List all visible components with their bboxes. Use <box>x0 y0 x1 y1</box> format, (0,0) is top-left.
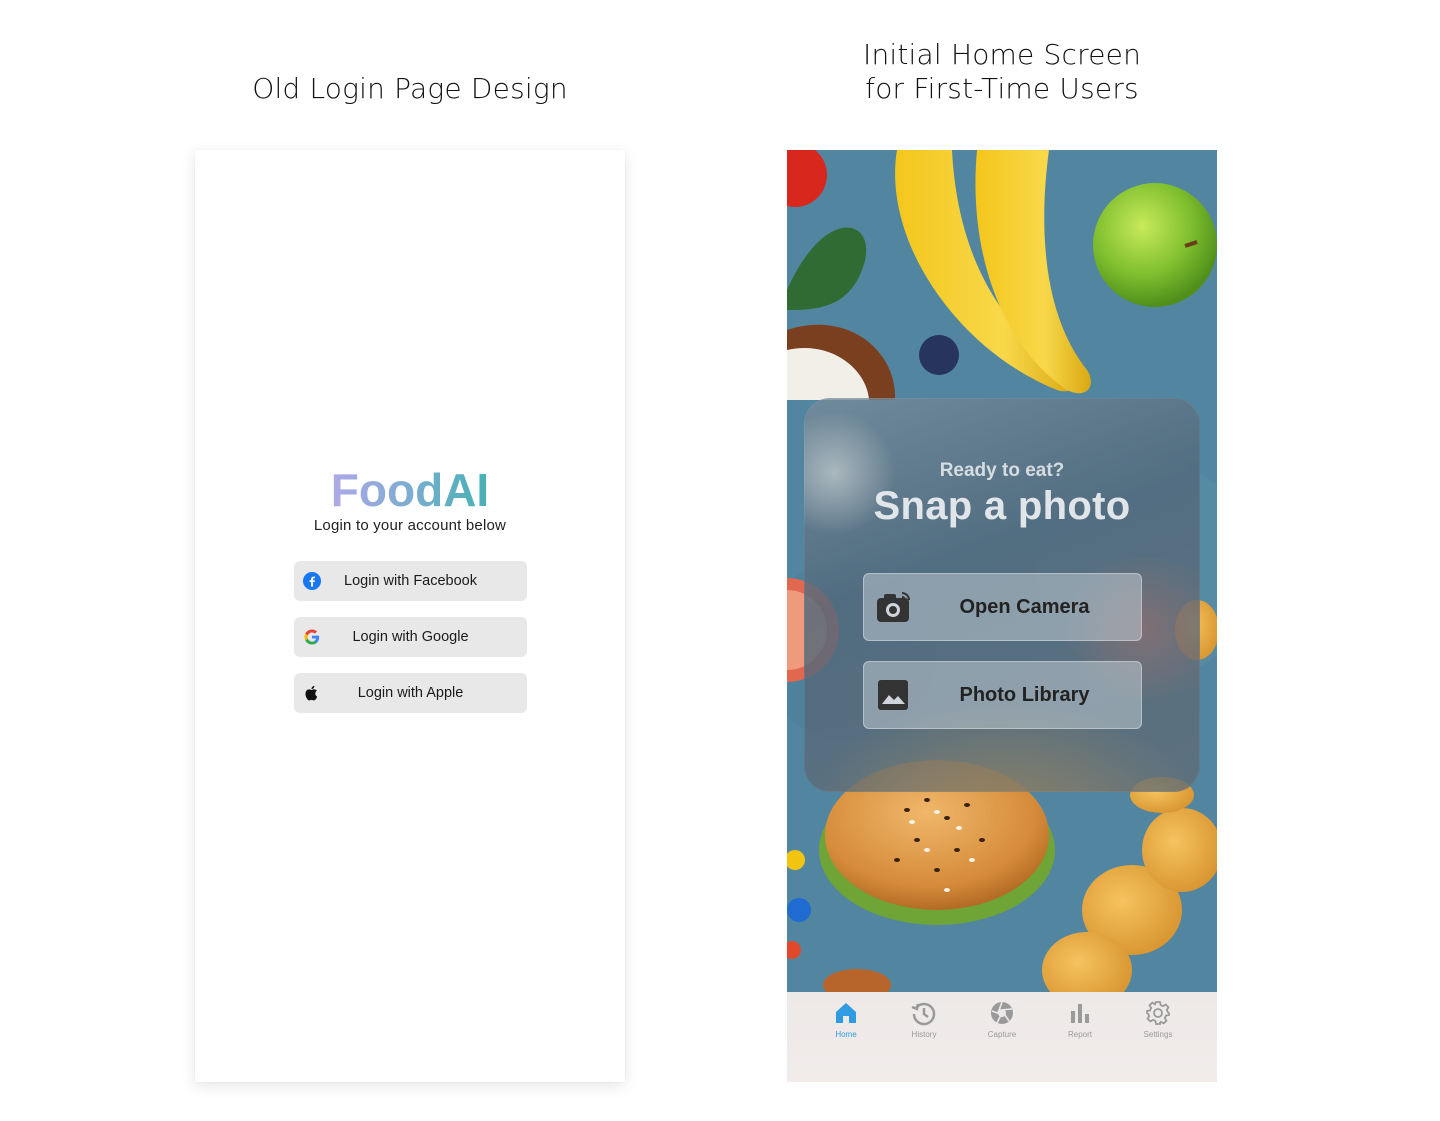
home-screen: Ready to eat? Snap a photo Open Camera P… <box>787 150 1217 1082</box>
tab-history[interactable]: History <box>894 1000 954 1042</box>
home-screen-heading-line2: for First-Time Users <box>865 72 1139 105</box>
tab-history-label: History <box>911 1030 937 1039</box>
aperture-icon <box>991 1001 1013 1024</box>
snap-photo-card: Ready to eat? Snap a photo Open Camera P… <box>804 398 1200 792</box>
old-login-heading: Old Login Page Design <box>252 72 568 105</box>
history-icon <box>911 1002 936 1026</box>
tab-capture-label: Capture <box>987 1030 1017 1039</box>
tab-home-label: Home <box>835 1030 857 1039</box>
apple-login-label: Login with Apple <box>357 685 464 701</box>
bar-chart-icon <box>1071 1004 1089 1023</box>
tab-settings-label: Settings <box>1143 1030 1173 1039</box>
google-login-label: Login with Google <box>352 629 469 645</box>
tab-report-label: Report <box>1067 1030 1092 1039</box>
apple-login-button[interactable]: Login with Apple <box>294 673 527 713</box>
home-screen-heading-line1: Initial Home Screen <box>862 38 1142 71</box>
facebook-icon <box>303 572 321 590</box>
app-logo: FoodAI <box>195 462 625 518</box>
tab-capture[interactable]: Capture <box>972 1000 1032 1042</box>
tab-report[interactable]: Report <box>1050 1000 1110 1042</box>
card-title: Snap a photo <box>873 484 1131 528</box>
login-screen: FoodAI Login to your account below Login… <box>195 150 625 1082</box>
facebook-login-label: Login with Facebook <box>344 573 477 589</box>
photo-library-button[interactable]: Photo Library <box>863 661 1142 729</box>
home-icon <box>836 1003 856 1023</box>
open-camera-button[interactable]: Open Camera <box>863 573 1142 641</box>
card-kicker-text: Ready to eat? <box>939 460 1065 481</box>
image-icon <box>878 680 908 710</box>
bottom-tab-bar: Home History Capture Report Settings <box>787 992 1217 1082</box>
apple-icon <box>305 685 318 701</box>
login-subtitle: Login to your account below <box>313 517 507 534</box>
google-icon <box>304 629 320 645</box>
camera-icon <box>877 592 910 622</box>
google-login-button[interactable]: Login with Google <box>294 617 527 657</box>
facebook-login-button[interactable]: Login with Facebook <box>294 561 527 601</box>
gear-icon <box>1146 1001 1170 1025</box>
home-screen-heading: Initial Home Screen for First-Time Users <box>787 38 1217 106</box>
tab-home[interactable]: Home <box>816 1000 876 1042</box>
tab-settings[interactable]: Settings <box>1128 1000 1188 1042</box>
